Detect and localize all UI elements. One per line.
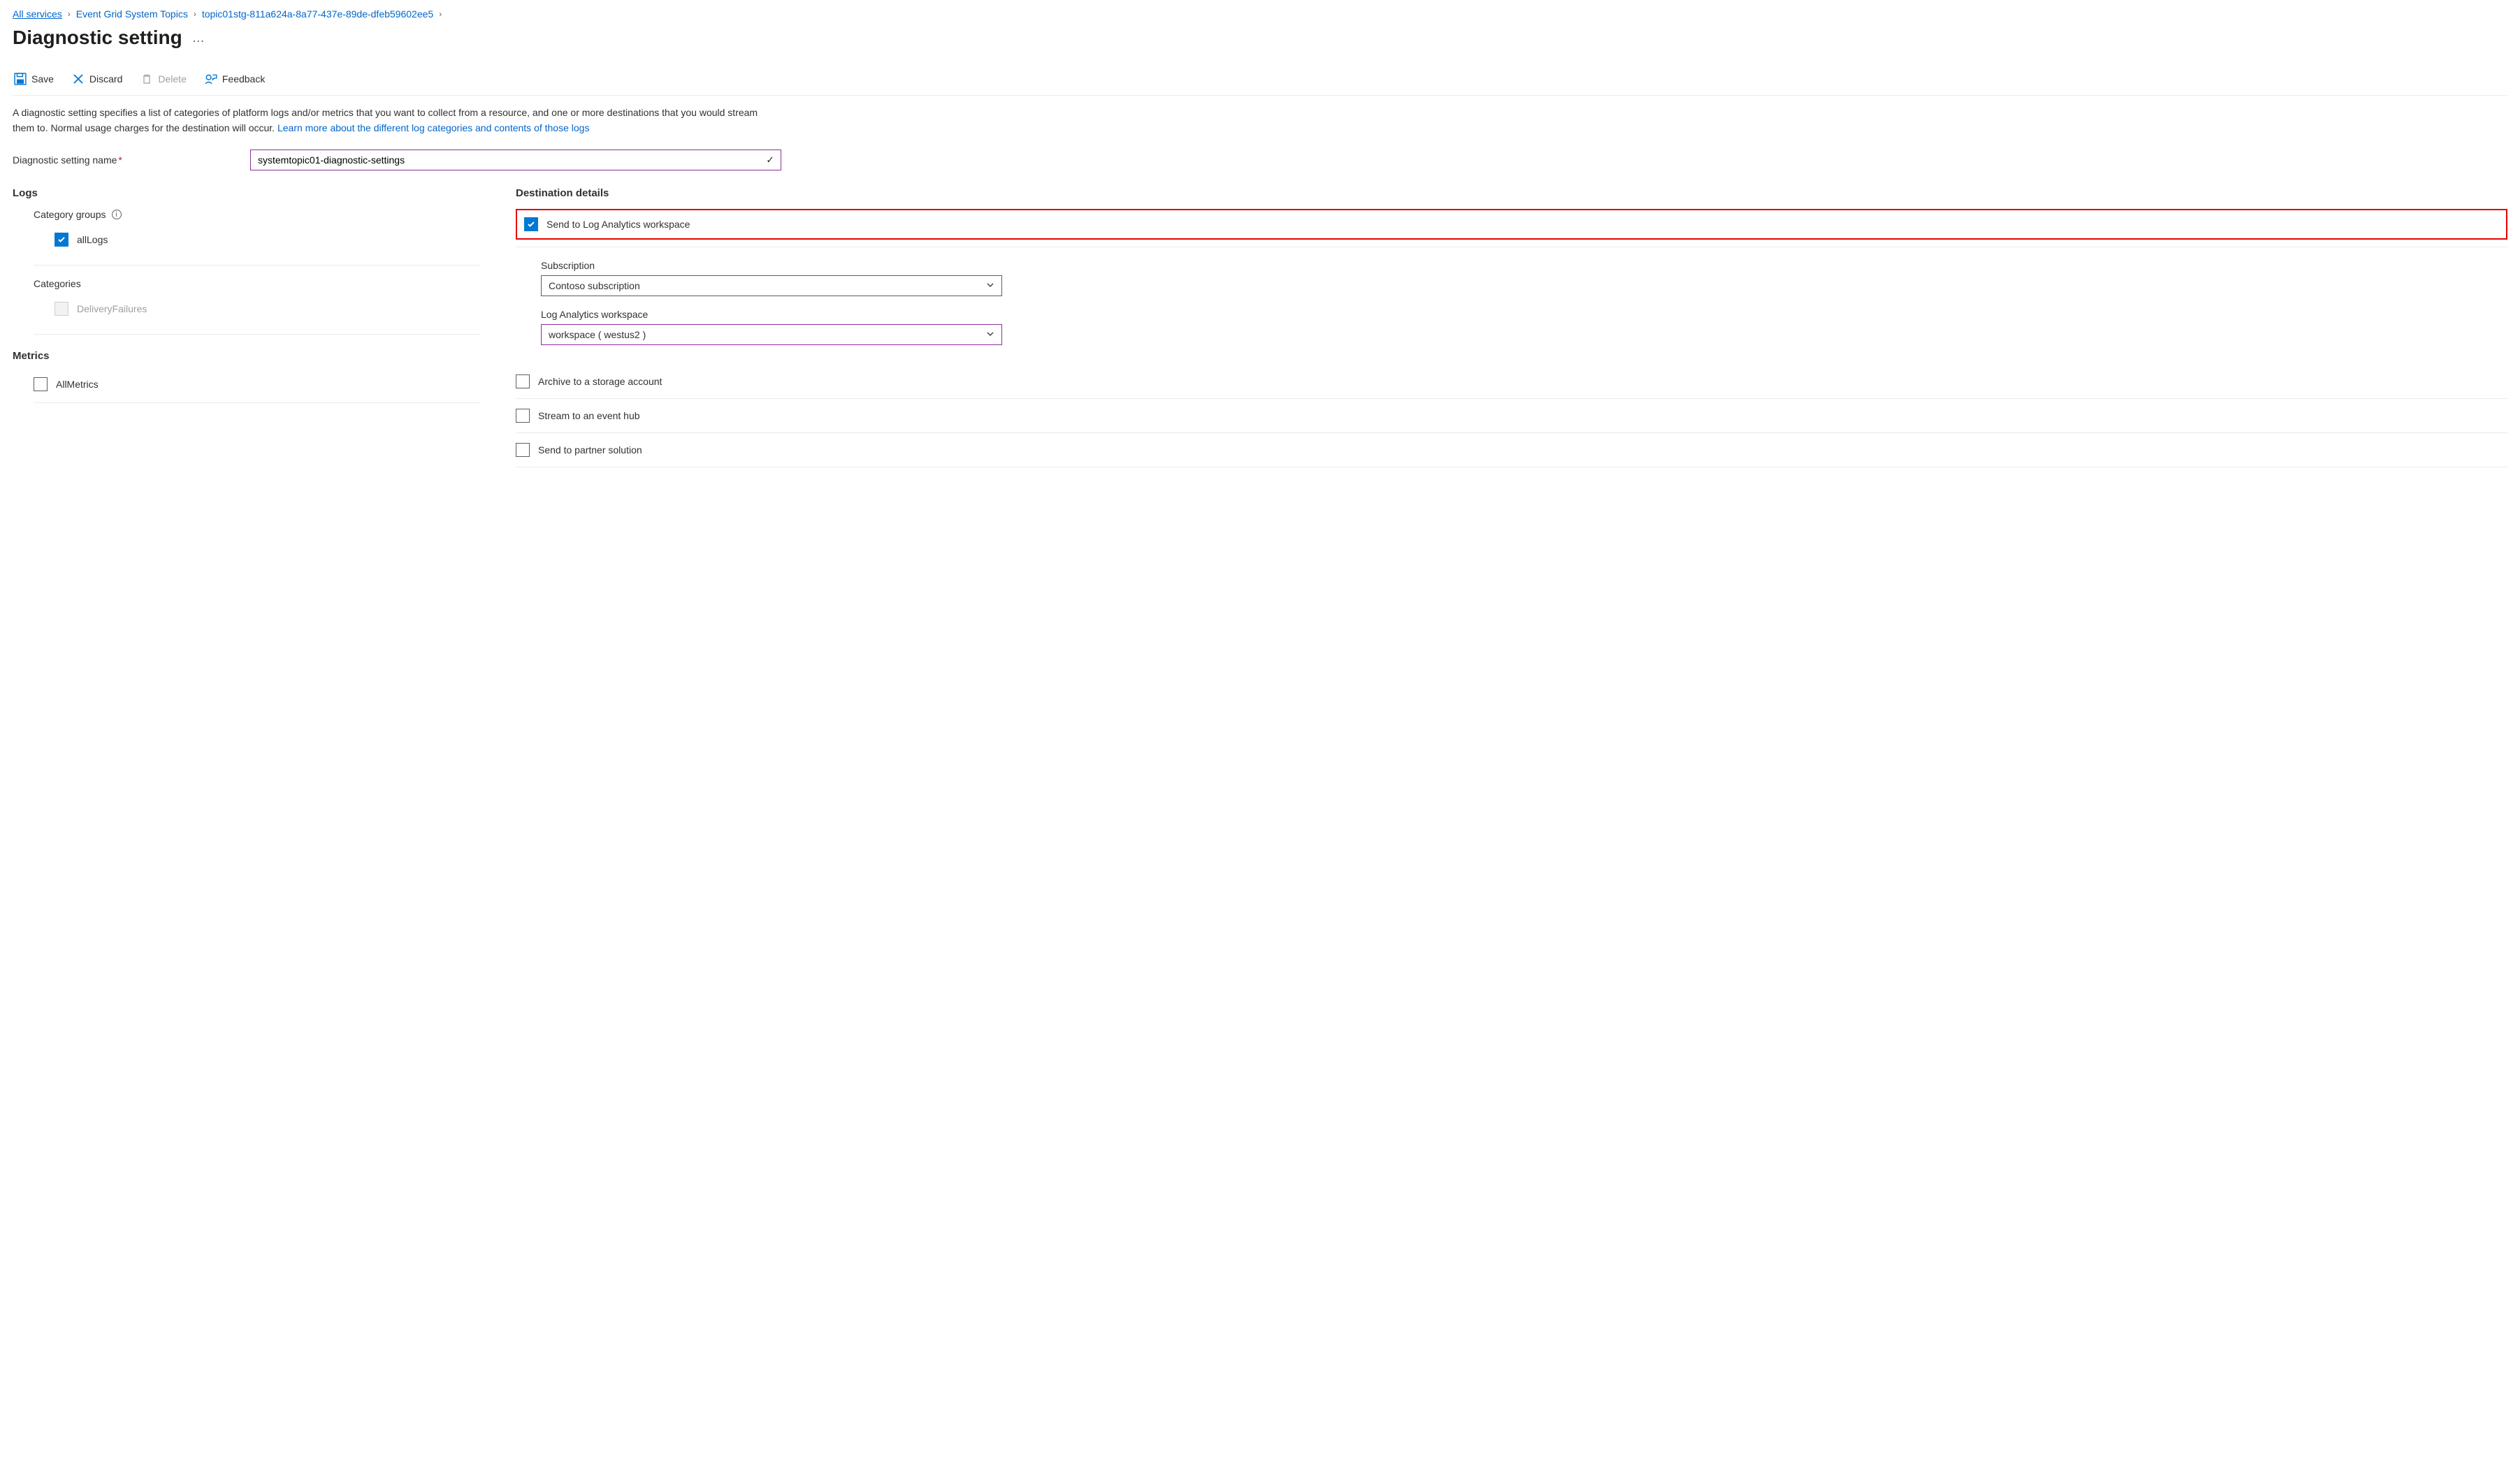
law-select[interactable]: workspace ( westus2 ) [541, 324, 1002, 345]
archive-storage-label: Archive to a storage account [538, 376, 662, 387]
delivery-failures-label: DeliveryFailures [77, 303, 147, 314]
law-value: workspace ( westus2 ) [549, 329, 646, 340]
stream-eventhub-label: Stream to an event hub [538, 410, 640, 421]
delivery-failures-row: DeliveryFailures [55, 296, 502, 321]
save-icon [14, 73, 27, 85]
all-metrics-row[interactable]: AllMetrics [34, 372, 502, 397]
name-label: Diagnostic setting name* [13, 154, 236, 166]
page-title: Diagnostic setting [13, 27, 182, 49]
send-law-highlight: Send to Log Analytics workspace [516, 209, 2507, 240]
toolbar: Save Discard Delete Feedback [13, 70, 2507, 96]
all-logs-checkbox[interactable] [55, 233, 68, 247]
subscription-label: Subscription [541, 260, 2507, 271]
categories-label: Categories [34, 278, 502, 289]
delete-label: Delete [158, 73, 186, 85]
breadcrumb-topic[interactable]: topic01stg-811a624a-8a77-437e-89de-dfeb5… [202, 8, 433, 20]
more-actions-icon[interactable]: … [192, 31, 205, 45]
required-asterisk: * [118, 154, 122, 166]
description-text: A diagnostic setting specifies a list of… [13, 105, 781, 136]
close-icon [72, 73, 85, 85]
save-label: Save [31, 73, 54, 85]
diagnostic-name-input[interactable] [250, 150, 781, 170]
stream-eventhub-checkbox[interactable] [516, 409, 530, 423]
discard-label: Discard [89, 73, 122, 85]
divider [34, 334, 481, 335]
name-label-text: Diagnostic setting name [13, 154, 117, 166]
feedback-button[interactable]: Feedback [203, 70, 266, 88]
send-law-label: Send to Log Analytics workspace [546, 219, 690, 230]
chevron-right-icon: › [194, 9, 196, 19]
destination-heading: Destination details [516, 187, 2507, 199]
archive-storage-checkbox[interactable] [516, 374, 530, 388]
send-partner-checkbox[interactable] [516, 443, 530, 457]
feedback-icon [205, 73, 217, 85]
chevron-down-icon [986, 329, 994, 340]
category-groups-text: Category groups [34, 209, 106, 220]
all-logs-label: allLogs [77, 234, 108, 245]
page-title-row: Diagnostic setting … [13, 27, 2507, 49]
all-metrics-checkbox[interactable] [34, 377, 48, 391]
info-icon[interactable]: i [112, 210, 122, 219]
subscription-value: Contoso subscription [549, 280, 640, 291]
breadcrumb-all-services[interactable]: All services [13, 8, 62, 20]
breadcrumb: All services › Event Grid System Topics … [13, 8, 2507, 20]
discard-button[interactable]: Discard [71, 70, 124, 88]
feedback-label: Feedback [222, 73, 265, 85]
logs-heading: Logs [13, 187, 502, 199]
delivery-failures-checkbox [55, 302, 68, 316]
save-button[interactable]: Save [13, 70, 55, 88]
trash-icon [140, 73, 153, 85]
chevron-right-icon: › [68, 9, 71, 19]
divider [34, 402, 481, 403]
metrics-heading: Metrics [13, 350, 502, 362]
send-partner-row[interactable]: Send to partner solution [516, 433, 2507, 467]
all-logs-row[interactable]: allLogs [55, 227, 502, 252]
send-law-checkbox[interactable] [524, 217, 538, 231]
archive-storage-row[interactable]: Archive to a storage account [516, 365, 2507, 399]
name-row: Diagnostic setting name* ✓ [13, 150, 2507, 170]
breadcrumb-event-grid[interactable]: Event Grid System Topics [76, 8, 188, 20]
chevron-down-icon [986, 280, 994, 291]
category-groups-label: Category groups i [34, 209, 502, 220]
send-partner-label: Send to partner solution [538, 444, 642, 455]
chevron-right-icon: › [439, 9, 442, 19]
check-icon: ✓ [766, 154, 774, 166]
subscription-select[interactable]: Contoso subscription [541, 275, 1002, 296]
stream-eventhub-row[interactable]: Stream to an event hub [516, 399, 2507, 433]
delete-button: Delete [139, 70, 187, 88]
learn-more-link[interactable]: Learn more about the different log categ… [277, 122, 589, 133]
law-label: Log Analytics workspace [541, 309, 2507, 320]
send-law-row[interactable]: Send to Log Analytics workspace [524, 214, 2499, 234]
all-metrics-label: AllMetrics [56, 379, 99, 390]
